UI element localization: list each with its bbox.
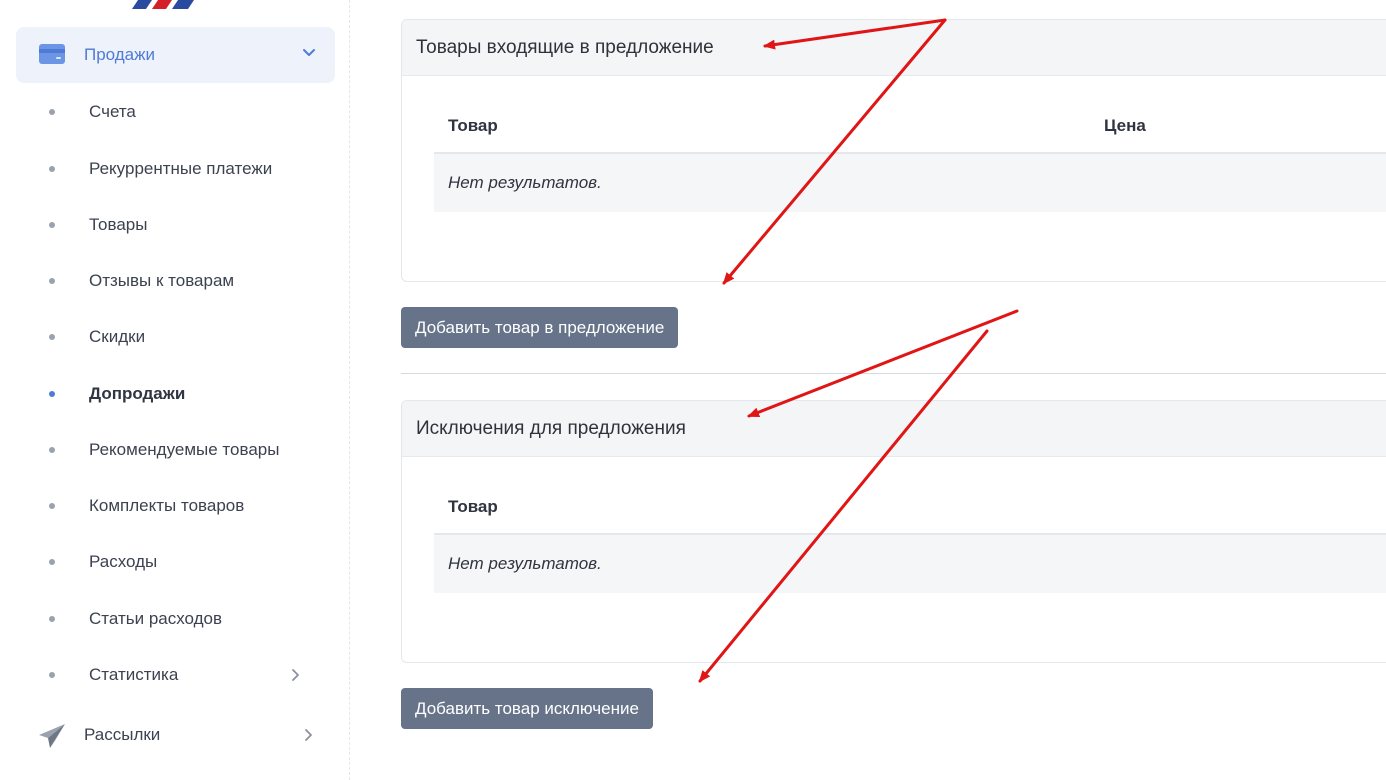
bullet-icon	[49, 109, 55, 115]
table-header-row: Товар	[434, 477, 1386, 535]
sidebar-item-label: Рассылки	[84, 725, 161, 744]
brand-logo	[132, 0, 194, 9]
bullet-icon	[49, 222, 55, 228]
chevron-right-icon	[292, 669, 299, 681]
sidebar: Продажи Счета Рекуррентные платежи Товар…	[0, 0, 350, 780]
bullet-icon	[49, 503, 55, 509]
add-exclusion-product-button[interactable]: Добавить товар исключение	[401, 688, 653, 729]
bullet-icon	[49, 672, 55, 678]
sidebar-item-label: Счета	[89, 102, 136, 121]
column-header-product[interactable]: Товар	[448, 116, 498, 136]
bullet-icon	[49, 559, 55, 565]
sidebar-item-statistics[interactable]: Статистика	[0, 655, 350, 695]
sidebar-item-label: Статьи расходов	[89, 609, 223, 628]
paper-plane-icon	[39, 724, 65, 748]
sidebar-item-invoices[interactable]: Счета	[0, 92, 350, 132]
offer-exclusions-card: Исключения для предложения Товар Нет рез…	[401, 400, 1386, 663]
sidebar-item-label: Рекомендуемые товары	[89, 440, 280, 459]
sidebar-item-recurring-payments[interactable]: Рекуррентные платежи	[0, 149, 350, 189]
card-title: Исключения для предложения	[402, 401, 1386, 457]
bullet-icon	[49, 334, 55, 340]
add-product-to-offer-button[interactable]: Добавить товар в предложение	[401, 307, 679, 348]
sidebar-item-sales-label: Продажи	[84, 45, 155, 64]
sidebar-item-label: Отзывы к товарам	[89, 271, 235, 290]
products-table: Товар Цена Нет результатов.	[434, 96, 1386, 212]
sidebar-item-label: Допродажи	[89, 384, 186, 403]
sidebar-item-label: Комплекты товаров	[89, 496, 245, 515]
empty-results-text: Нет результатов.	[448, 173, 602, 192]
column-header-product[interactable]: Товар	[448, 497, 498, 517]
sidebar-item-products[interactable]: Товары	[0, 205, 350, 245]
chevron-down-icon[interactable]	[301, 45, 317, 61]
credit-card-icon	[39, 44, 65, 64]
sidebar-item-label: Рекуррентные платежи	[89, 159, 273, 178]
table-row: Нет результатов.	[434, 154, 1386, 212]
exclusions-table: Товар Нет результатов.	[434, 477, 1386, 593]
sidebar-item-discounts[interactable]: Скидки	[0, 317, 350, 357]
bullet-icon	[49, 166, 55, 172]
page: Продажи Счета Рекуррентные платежи Товар…	[0, 0, 1386, 780]
sidebar-item-sales[interactable]: Продажи	[16, 27, 335, 83]
sidebar-item-label: Расходы	[89, 552, 158, 571]
bullet-icon	[49, 447, 55, 453]
sidebar-item-upsells[interactable]: Допродажи	[0, 374, 350, 414]
card-title: Товары входящие в предложение	[402, 20, 1386, 76]
sidebar-item-recommended-products[interactable]: Рекомендуемые товары	[0, 430, 350, 470]
sidebar-item-label: Скидки	[89, 327, 146, 346]
chevron-right-icon	[305, 729, 312, 741]
sidebar-item-expense-categories[interactable]: Статьи расходов	[0, 599, 350, 639]
table-row: Нет результатов.	[434, 535, 1386, 593]
sidebar-item-label: Товары	[89, 215, 148, 234]
bullet-icon	[49, 278, 55, 284]
sidebar-item-product-reviews[interactable]: Отзывы к товарам	[0, 261, 350, 301]
bullet-icon	[49, 391, 55, 397]
sidebar-item-mailings[interactable]: Рассылки	[16, 714, 335, 756]
sidebar-item-expenses[interactable]: Расходы	[0, 542, 350, 582]
sidebar-item-product-bundles[interactable]: Комплекты товаров	[0, 486, 350, 526]
empty-results-text: Нет результатов.	[448, 554, 602, 573]
upsell-products-card: Товары входящие в предложение Товар Цена…	[401, 19, 1386, 282]
column-header-price[interactable]: Цена	[1104, 116, 1146, 136]
sidebar-item-label: Статистика	[89, 665, 179, 684]
table-header-row: Товар Цена	[434, 96, 1386, 154]
bullet-icon	[49, 616, 55, 622]
divider	[401, 373, 1386, 374]
